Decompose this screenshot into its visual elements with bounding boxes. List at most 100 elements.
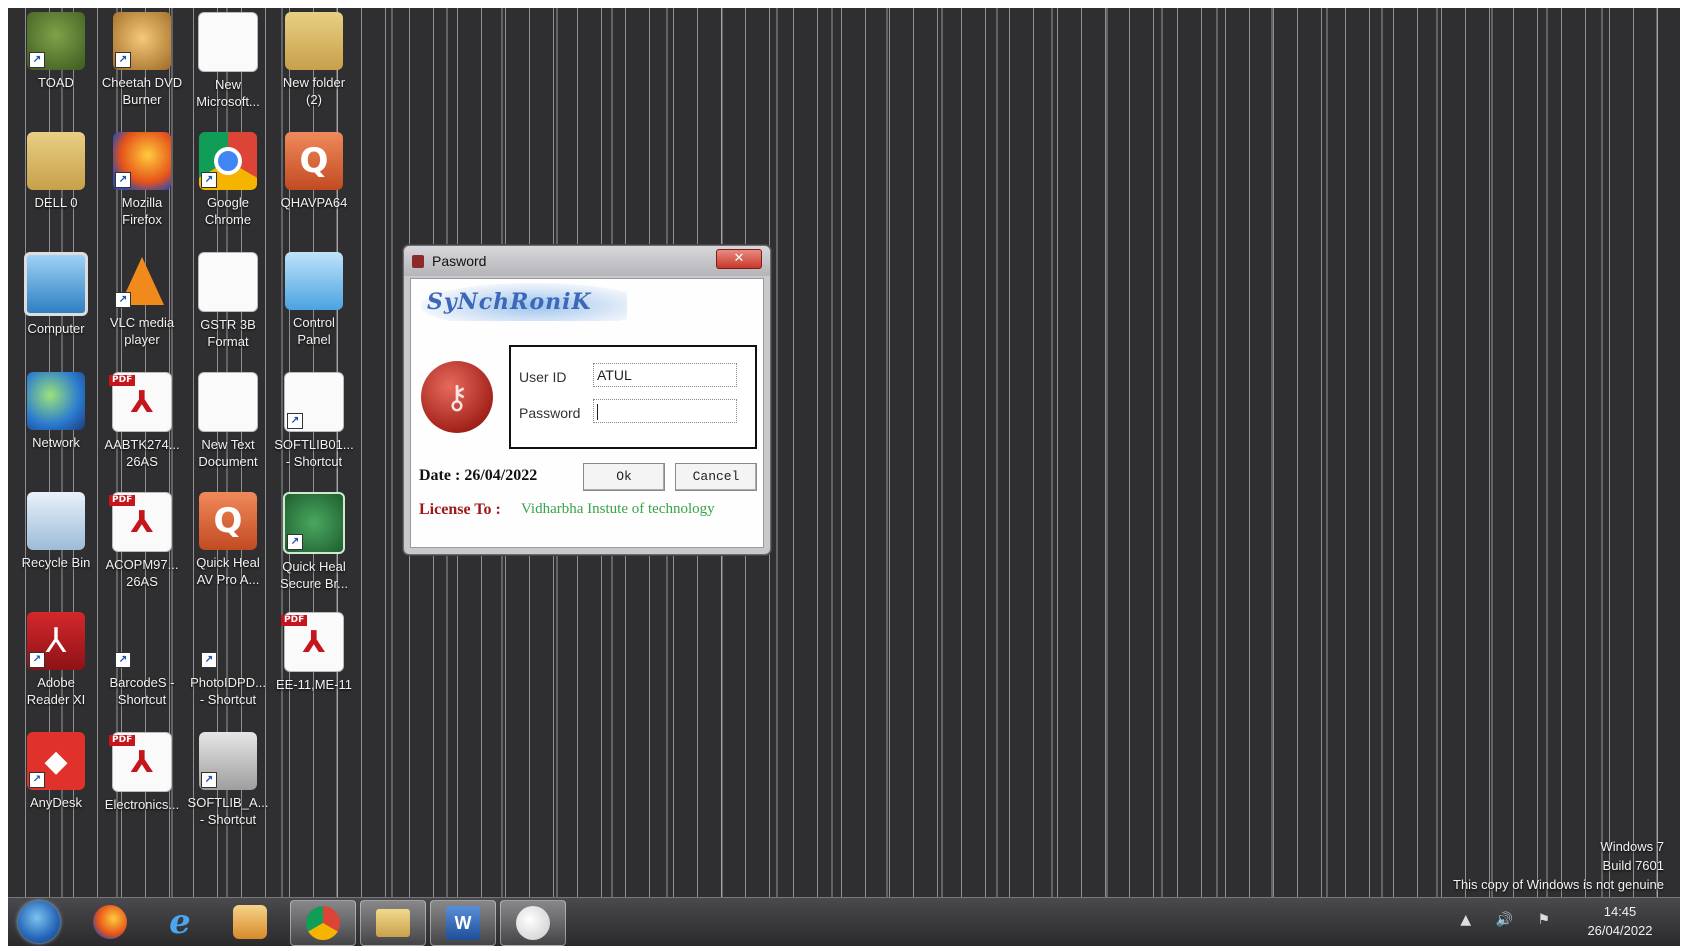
word-icon: W [446, 906, 480, 940]
desktop-icon-gstr3b[interactable]: GSTR 3B Format [184, 252, 272, 350]
license-value: Vidharbha Instute of technology [521, 501, 715, 517]
password-dialog: Pasword ✕ SyNchRoniK ⚷ User ID ATUL Pass… [403, 245, 771, 555]
desktop-icon-quick-heal-av[interactable]: Q Quick Heal AV Pro A... [184, 492, 272, 588]
desktop-icon-adobe-reader[interactable]: ⅄ ↗ Adobe Reader XI [12, 612, 100, 708]
ie-icon: e [169, 902, 191, 942]
date-text: Date : 26/04/2022 [419, 467, 538, 484]
dialog-titlebar[interactable]: Pasword ✕ [404, 246, 770, 276]
media-player-icon [233, 905, 267, 939]
desktop-icon-label: Quick Heal AV Pro A... [196, 555, 260, 587]
desktop-icon-chrome[interactable]: ↗ Google Chrome [184, 132, 272, 228]
desktop-icon-label: QHAVPA64 [280, 195, 348, 210]
taskbar-media-player[interactable] [218, 900, 282, 944]
taskbar-firefox[interactable] [78, 900, 142, 944]
desktop-icon-label: GSTR 3B Format [200, 317, 256, 349]
quickheal-icon: Q [199, 492, 257, 550]
user-id-label: User ID [519, 369, 567, 385]
chrome-icon: ↗ [199, 132, 257, 190]
desktop-icon-barcodes[interactable]: ↗ BarcodeS - Shortcut [98, 612, 186, 708]
desktop-icon-label: Network [32, 435, 80, 450]
desktop-icon-vlc[interactable]: ↗ VLC media player [98, 252, 186, 348]
desktop-icon-acopm97[interactable]: PDF ⅄ ACOPM97... 26AS [98, 492, 186, 590]
desktop-icon-label: AABTK274... 26AS [104, 437, 180, 469]
text-document-icon [198, 372, 258, 432]
desktop-icon-new-microsoft[interactable]: New Microsoft... [184, 12, 272, 110]
desktop-icon-label: DELL 0 [34, 195, 78, 210]
desktop-icon-label: Electronics... [104, 797, 180, 812]
system-tray[interactable]: ▲ 🔊 ⚑ [1460, 912, 1560, 928]
cheetah-icon: ↗ [113, 12, 171, 70]
folder-icon [285, 12, 343, 70]
dialog-title: Pasword [432, 253, 487, 269]
recycle-bin-icon [27, 492, 85, 550]
folder-icon [376, 909, 410, 937]
desktop-icon-label: New Microsoft... [196, 77, 260, 109]
taskbar-explorer[interactable] [360, 900, 426, 946]
document-icon [198, 252, 258, 312]
vlc-icon: ↗ [113, 252, 171, 310]
ok-button[interactable]: Ok [583, 463, 665, 491]
key-icon: ⚷ [421, 361, 493, 433]
desktop-icon-ee11[interactable]: PDF ⅄ EE-11,ME-11 [270, 612, 358, 693]
taskbar-paint[interactable] [500, 900, 566, 946]
taskbar-chrome[interactable] [290, 900, 356, 946]
desktop-icon-label: EE-11,ME-11 [275, 677, 353, 692]
desktop-icon-quick-heal-secure[interactable]: ↗ Quick Heal Secure Br... [270, 492, 358, 592]
desktop-icon-firefox[interactable]: ↗ Mozilla Firefox [98, 132, 186, 228]
document-icon [198, 12, 258, 72]
user-id-field[interactable]: ATUL [593, 363, 737, 387]
credentials-box: User ID ATUL Password [509, 345, 757, 449]
clock-date: 26/04/2022 [1587, 923, 1653, 938]
desktop-icon-label: Adobe Reader XI [26, 675, 86, 707]
desktop-icon-electronics[interactable]: PDF ⅄ Electronics... [98, 732, 186, 813]
brand-logo: SyNchRoniK [421, 283, 627, 321]
taskbar-word[interactable]: W [430, 900, 496, 946]
desktop-icon-dell[interactable]: DELL 0 [12, 132, 100, 211]
desktop-icon-label: SOFTLIB01... - Shortcut [274, 437, 354, 469]
desktop-icon-softlib01[interactable]: ↗ SOFTLIB01... - Shortcut [270, 372, 358, 470]
computer-icon [24, 252, 88, 316]
frog-icon: ↗ [27, 12, 85, 70]
desktop-icon-new-folder[interactable]: New folder (2) [270, 12, 358, 108]
desktop-icon-network[interactable]: Network [12, 372, 100, 451]
document-icon: ↗ [284, 372, 344, 432]
watermark-line-1: Windows 7 [1600, 839, 1664, 854]
desktop-icon-label: New folder (2) [282, 75, 346, 107]
desktop-icon-photoidpd[interactable]: ↗ PhotoIDPD... - Shortcut [184, 612, 272, 708]
pdf-icon: PDF ⅄ [109, 732, 172, 792]
desktop-icon-label: PhotoIDPD... - Shortcut [190, 675, 266, 707]
desktop-icon-control-panel[interactable]: Control Panel [270, 252, 358, 348]
network-icon [27, 372, 85, 430]
password-field[interactable] [593, 399, 737, 423]
desktop-icon-anydesk[interactable]: ◆ ↗ AnyDesk [12, 732, 100, 811]
shield-icon: ↗ [199, 612, 257, 670]
cancel-button[interactable]: Cancel [675, 463, 757, 491]
globe-icon: ↗ [283, 492, 345, 554]
control-panel-icon [285, 252, 343, 310]
desktop-icon-label: AnyDesk [29, 795, 83, 810]
desktop-icon-label: BarcodeS - Shortcut [109, 675, 175, 707]
desktop-icon-toad[interactable]: ↗ TOAD [12, 12, 100, 91]
desktop-icon-qhavpa64[interactable]: Q QHAVPA64 [270, 132, 358, 211]
desktop-icon-label: ACOPM97... 26AS [105, 557, 179, 589]
desktop-icon-label: Google Chrome [204, 195, 252, 227]
softlib-icon: ↗ [199, 732, 257, 790]
desktop-icon-new-text-document[interactable]: New Text Document [184, 372, 272, 470]
chrome-icon [306, 906, 340, 940]
taskbar-ie[interactable]: e [148, 900, 212, 944]
desktop-icon-computer[interactable]: Computer [12, 252, 100, 337]
password-label: Password [519, 405, 581, 421]
desktop-icon-cheetah[interactable]: ↗ Cheetah DVD Burner [98, 12, 186, 108]
desktop-icon-label: Cheetah DVD Burner [101, 75, 183, 107]
desktop-icon-label: Computer [27, 321, 85, 336]
desktop-icon-softlib-a[interactable]: ↗ SOFTLIB_A... - Shortcut [184, 732, 272, 828]
desktop-icon-recycle-bin[interactable]: Recycle Bin [12, 492, 100, 571]
start-button[interactable] [18, 901, 60, 943]
pdf-icon: PDF ⅄ [109, 492, 172, 552]
desktop-icon-aabtk274[interactable]: PDF ⅄ AABTK274... 26AS [98, 372, 186, 470]
close-button[interactable]: ✕ [716, 249, 762, 269]
taskbar-clock[interactable]: 14:45 26/04/2022 [1570, 902, 1670, 940]
desktop-icon-label: Mozilla Firefox [121, 195, 163, 227]
desktop-icon-label: SOFTLIB_A... - Shortcut [187, 795, 269, 827]
paint-icon [516, 906, 550, 940]
